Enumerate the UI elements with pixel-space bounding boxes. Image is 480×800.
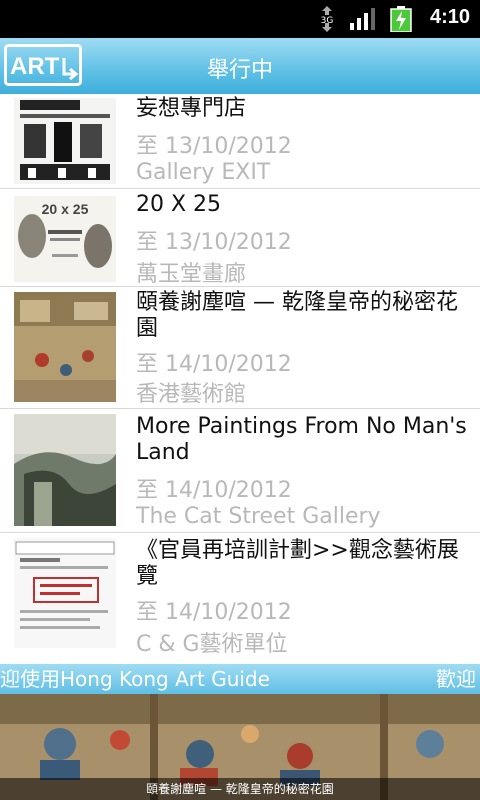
list-item[interactable]: 20 x 25 20 X 25 至 13/10/2012 萬玉堂畫廊 xyxy=(0,190,480,287)
list-item[interactable]: 妄想專門店 至 13/10/2012 Gallery EXIT xyxy=(0,94,480,189)
status-bar: 3G 4:10 xyxy=(0,0,480,38)
list-item[interactable]: 《官員再培訓計劃>>觀念藝術展覽 至 14/10/2012 C & G藝術單位 xyxy=(0,534,480,664)
exhibition-thumbnail xyxy=(14,98,116,184)
exhibition-date: 至 14/10/2012 xyxy=(136,600,292,625)
list-item[interactable]: 頤養謝塵喧 — 乾隆皇帝的秘密花園 至 14/10/2012 香港藝術館 xyxy=(0,288,480,409)
network-3g-icon: 3G xyxy=(321,6,334,32)
exhibition-thumbnail xyxy=(14,292,116,402)
exhibition-title: 《官員再培訓計劃>>觀念藝術展覽 xyxy=(136,538,459,589)
exhibition-venue: The Cat Street Gallery xyxy=(136,504,381,529)
featured-banner[interactable]: 頤養謝塵喧 — 乾隆皇帝的秘密花園 xyxy=(0,694,480,800)
exhibition-title: 妄想專門店 xyxy=(136,96,247,121)
exhibition-date: 至 14/10/2012 xyxy=(136,352,292,377)
exhibition-title: 頤養謝塵喧 — 乾隆皇帝的秘密花園 xyxy=(136,290,458,341)
exhibition-thumbnail xyxy=(14,414,116,526)
signal-strength-icon xyxy=(350,8,375,30)
exhibition-title: 20 X 25 xyxy=(136,192,222,217)
exhibition-venue: Gallery EXIT xyxy=(136,160,271,185)
svg-text:20 x 25: 20 x 25 xyxy=(42,201,89,217)
exhibition-thumbnail xyxy=(14,538,116,648)
marquee-text-repeat: 歡迎 xyxy=(436,667,476,691)
welcome-marquee: 迎使用Hong Kong Art Guide 歡迎 xyxy=(0,664,480,694)
exhibition-date: 至 13/10/2012 xyxy=(136,134,292,159)
banner-caption: 頤養謝塵喧 — 乾隆皇帝的秘密花園 xyxy=(0,778,480,800)
exhibition-thumbnail: 20 x 25 xyxy=(14,196,116,282)
exhibition-date: 至 13/10/2012 xyxy=(136,230,292,255)
battery-charging-icon xyxy=(390,6,412,32)
exhibition-date: 至 14/10/2012 xyxy=(136,478,292,503)
marquee-text: 迎使用Hong Kong Art Guide xyxy=(0,667,270,691)
exhibition-list[interactable]: 妄想專門店 至 13/10/2012 Gallery EXIT 20 x 25 … xyxy=(0,94,480,664)
svg-text:3G: 3G xyxy=(321,16,334,26)
exhibition-venue: C & G藝術單位 xyxy=(136,632,288,657)
exhibition-title: More Paintings From No Man's Land xyxy=(136,414,467,465)
exhibition-venue: 香港藝術館 xyxy=(136,382,247,407)
exhibition-venue: 萬玉堂畫廊 xyxy=(136,262,247,287)
page-title: 舉行中 xyxy=(206,58,273,83)
clock: 4:10 xyxy=(429,6,470,28)
list-item[interactable]: More Paintings From No Man's Land 至 14/1… xyxy=(0,410,480,533)
